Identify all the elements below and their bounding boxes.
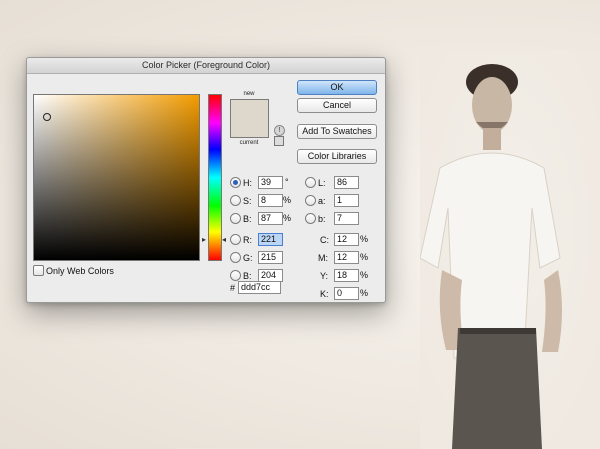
out-of-gamut-warning-icon[interactable]: !	[274, 125, 285, 136]
hex-input[interactable]: ddd7cc	[238, 281, 281, 294]
green-label: G:	[243, 253, 253, 263]
black-unit: %	[360, 288, 369, 298]
magenta-input[interactable]: 12	[334, 251, 359, 264]
yellow-unit: %	[360, 270, 369, 280]
color-swatch-preview	[230, 99, 269, 138]
dialog-title[interactable]: Color Picker (Foreground Color)	[27, 58, 385, 74]
magenta-unit: %	[360, 252, 369, 262]
current-color-swatch[interactable]	[231, 118, 268, 137]
yellow-input[interactable]: 18	[334, 269, 359, 282]
hue-slider-handle-right[interactable]: ◂	[222, 235, 226, 244]
saturation-radio[interactable]	[230, 195, 241, 206]
a-label: a:	[318, 196, 326, 206]
green-input[interactable]: 215	[258, 251, 283, 264]
brightness-radio[interactable]	[230, 213, 241, 224]
hue-unit: °	[285, 177, 289, 187]
cyan-unit: %	[360, 234, 369, 244]
saturation-input[interactable]: 8	[258, 194, 283, 207]
lightness-label: L:	[318, 178, 326, 188]
lightness-input[interactable]: 86	[334, 176, 359, 189]
color-picker-dialog: Color Picker (Foreground Color) ▸ ◂ new …	[26, 57, 386, 303]
lightness-radio[interactable]	[305, 177, 316, 188]
cancel-button[interactable]: Cancel	[297, 98, 377, 113]
brightness-unit: %	[283, 213, 292, 223]
color-libraries-button[interactable]: Color Libraries	[297, 149, 377, 164]
hue-label: H:	[243, 178, 252, 188]
blue-label: B:	[243, 271, 252, 281]
person-photo	[420, 50, 600, 449]
yellow-label: Y:	[320, 271, 329, 281]
ok-button[interactable]: OK	[297, 80, 377, 95]
hue-input[interactable]: 39	[258, 176, 283, 189]
brightness-input[interactable]: 87	[258, 212, 283, 225]
a-input[interactable]: 1	[334, 194, 359, 207]
red-input[interactable]: 221	[258, 233, 283, 246]
add-to-swatches-button[interactable]: Add To Swatches	[297, 124, 377, 139]
cyan-input[interactable]: 12	[334, 233, 359, 246]
new-label: new	[243, 91, 255, 97]
new-color-swatch	[231, 100, 268, 118]
brightness-label: B:	[243, 214, 252, 224]
a-radio[interactable]	[305, 195, 316, 206]
hue-radio[interactable]	[230, 177, 241, 188]
hue-slider-handle-left[interactable]: ▸	[202, 235, 206, 244]
color-field[interactable]	[33, 94, 200, 261]
magenta-label: M:	[318, 253, 328, 263]
cyan-label: C:	[320, 235, 329, 245]
black-input[interactable]: 0	[334, 287, 359, 300]
red-radio[interactable]	[230, 234, 241, 245]
saturation-unit: %	[283, 195, 292, 205]
b-lab-label: b:	[318, 214, 326, 224]
only-web-colors-label: Only Web Colors	[46, 266, 114, 276]
red-label: R:	[243, 235, 252, 245]
current-label: current	[239, 140, 259, 146]
black-label: K:	[320, 289, 329, 299]
web-safe-warning-icon[interactable]	[274, 136, 284, 146]
blue-radio[interactable]	[230, 270, 241, 281]
b-lab-input[interactable]: 7	[334, 212, 359, 225]
only-web-colors-checkbox[interactable]	[33, 265, 44, 276]
saturation-label: S:	[243, 196, 252, 206]
hex-prefix: #	[230, 283, 236, 293]
b-lab-radio[interactable]	[305, 213, 316, 224]
color-field-cursor[interactable]	[43, 113, 51, 121]
green-radio[interactable]	[230, 252, 241, 263]
hue-slider[interactable]	[208, 94, 222, 261]
